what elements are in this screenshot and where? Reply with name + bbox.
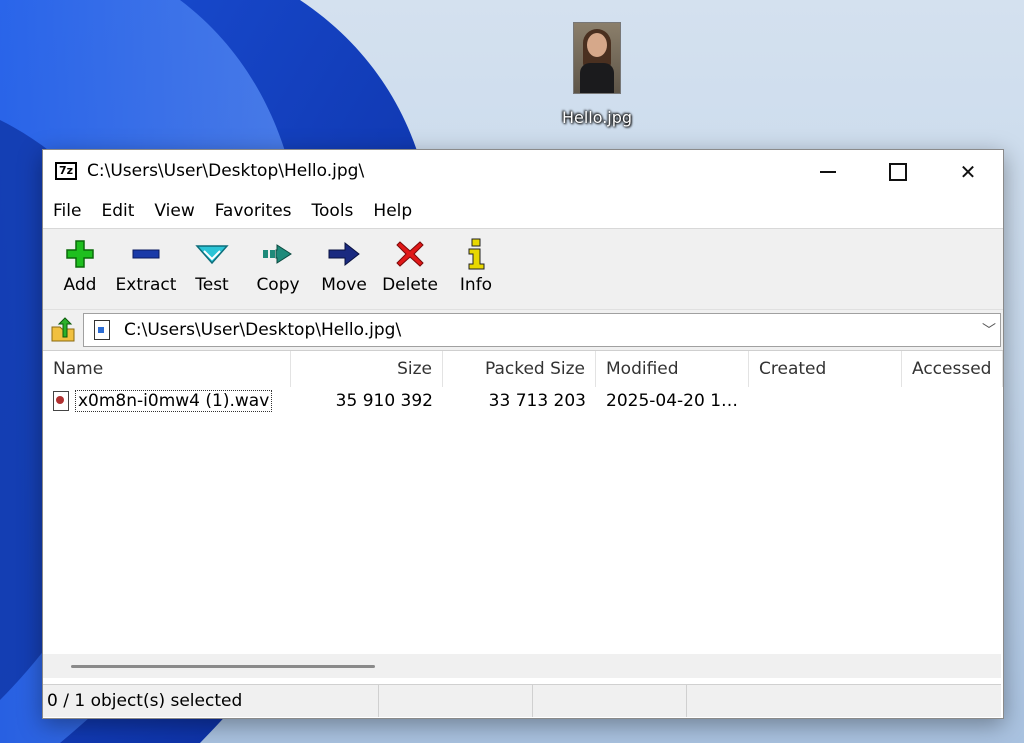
file-name: x0m8n-i0mw4 (1).wav bbox=[75, 390, 273, 412]
desktop-file-hello-jpg[interactable]: Hello.jpg bbox=[552, 22, 642, 127]
file-size: 35 910 392 bbox=[335, 391, 433, 411]
maximize-button[interactable] bbox=[863, 150, 933, 194]
column-accessed[interactable]: Accessed bbox=[902, 351, 1003, 387]
table-row[interactable]: x0m8n-i0mw4 (1).wav 35 910 392 33 713 20… bbox=[43, 387, 1003, 415]
list-header: Name Size Packed Size Modified Created A… bbox=[43, 351, 1003, 387]
menu-file[interactable]: File bbox=[53, 201, 81, 221]
menu-tools[interactable]: Tools bbox=[312, 201, 354, 221]
address-combobox[interactable]: C:\Users\User\Desktop\Hello.jpg\ ﹀ bbox=[83, 313, 1001, 347]
test-button[interactable]: Test bbox=[179, 229, 245, 309]
file-packed-size: 33 713 203 bbox=[488, 391, 586, 411]
move-label: Move bbox=[321, 275, 367, 295]
image-thumbnail bbox=[573, 22, 621, 94]
column-packed-size[interactable]: Packed Size bbox=[443, 351, 596, 387]
copy-icon bbox=[258, 237, 298, 271]
7zip-window: 7z C:\Users\User\Desktop\Hello.jpg\ ✕ Fi… bbox=[42, 149, 1004, 719]
folder-up-icon bbox=[51, 317, 75, 342]
copy-label: Copy bbox=[256, 275, 300, 295]
desktop-icon-label: Hello.jpg bbox=[561, 108, 633, 127]
scrollbar-thumb[interactable] bbox=[71, 665, 375, 668]
add-label: Add bbox=[63, 275, 97, 295]
info-label: Info bbox=[459, 275, 493, 295]
menu-favorites[interactable]: Favorites bbox=[215, 201, 292, 221]
close-button[interactable]: ✕ bbox=[933, 150, 1003, 194]
close-icon: ✕ bbox=[959, 160, 977, 184]
status-panel-2 bbox=[379, 685, 533, 717]
column-name[interactable]: Name bbox=[43, 351, 291, 387]
info-button[interactable]: Info bbox=[443, 229, 509, 309]
move-button[interactable]: Move bbox=[311, 229, 377, 309]
extract-label: Extract bbox=[115, 275, 177, 295]
column-created[interactable]: Created bbox=[749, 351, 902, 387]
address-bar: C:\Users\User\Desktop\Hello.jpg\ ﹀ bbox=[43, 309, 1003, 350]
test-icon bbox=[192, 237, 232, 271]
7zip-app-icon: 7z bbox=[55, 162, 77, 180]
file-list: Name Size Packed Size Modified Created A… bbox=[43, 350, 1003, 651]
menu-help[interactable]: Help bbox=[373, 201, 412, 221]
minimize-button[interactable] bbox=[793, 150, 863, 194]
toolbar: Add Extract Test Copy Move Delete Info bbox=[43, 228, 1003, 309]
column-size[interactable]: Size bbox=[291, 351, 443, 387]
minimize-icon bbox=[820, 171, 836, 173]
status-panel-3 bbox=[533, 685, 687, 717]
maximize-icon bbox=[889, 163, 907, 181]
chevron-down-icon[interactable]: ﹀ bbox=[982, 320, 996, 340]
delete-button[interactable]: Delete bbox=[377, 229, 443, 309]
file-modified: 2025-04-20 1… bbox=[606, 391, 739, 411]
status-bar: 0 / 1 object(s) selected bbox=[43, 684, 1001, 717]
delete-icon bbox=[390, 237, 430, 271]
up-folder-button[interactable] bbox=[43, 313, 83, 347]
menu-edit[interactable]: Edit bbox=[101, 201, 134, 221]
delete-label: Delete bbox=[382, 275, 438, 295]
extract-icon bbox=[126, 237, 166, 271]
status-panel-4 bbox=[687, 685, 1001, 717]
add-button[interactable]: Add bbox=[47, 229, 113, 309]
extract-button[interactable]: Extract bbox=[113, 229, 179, 309]
info-icon bbox=[456, 237, 496, 271]
test-label: Test bbox=[195, 275, 229, 295]
menu-view[interactable]: View bbox=[154, 201, 194, 221]
window-title: C:\Users\User\Desktop\Hello.jpg\ bbox=[87, 161, 365, 181]
menu-bar: File Edit View Favorites Tools Help bbox=[43, 194, 1003, 228]
file-name-cell: x0m8n-i0mw4 (1).wav bbox=[43, 390, 291, 412]
address-path: C:\Users\User\Desktop\Hello.jpg\ bbox=[124, 320, 402, 340]
horizontal-scrollbar[interactable] bbox=[43, 654, 1001, 678]
archive-file-icon bbox=[94, 320, 110, 340]
status-selected: 0 / 1 object(s) selected bbox=[43, 685, 379, 717]
copy-button[interactable]: Copy bbox=[245, 229, 311, 309]
add-icon bbox=[60, 237, 100, 271]
title-bar[interactable]: 7z C:\Users\User\Desktop\Hello.jpg\ ✕ bbox=[43, 150, 1003, 194]
audio-file-icon bbox=[53, 391, 69, 411]
move-icon bbox=[324, 237, 364, 271]
column-modified[interactable]: Modified bbox=[596, 351, 749, 387]
